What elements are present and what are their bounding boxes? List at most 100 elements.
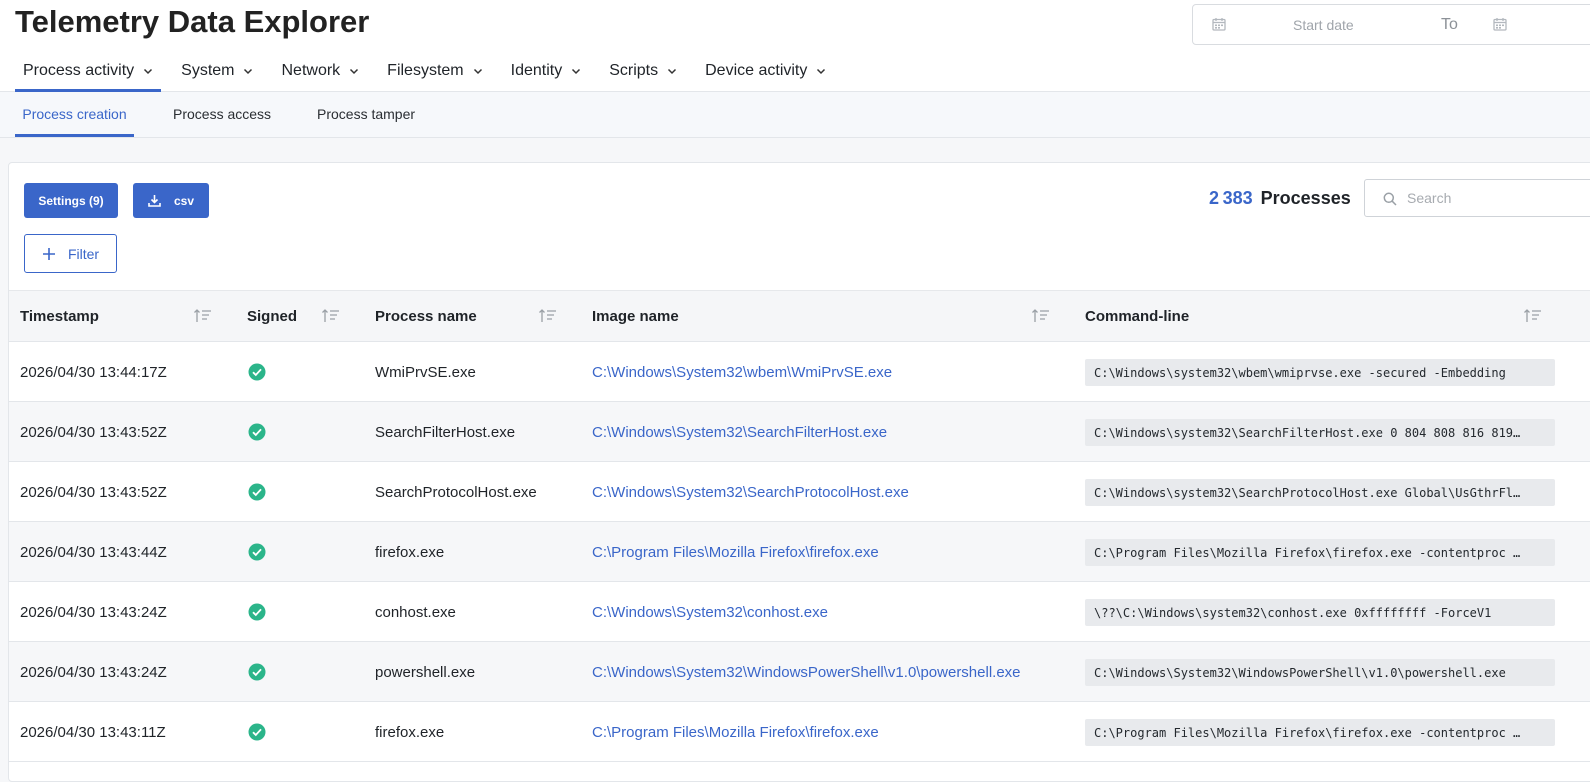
tab-device-activity[interactable]: Device activity xyxy=(697,52,834,90)
sub-tabs: Process creation Process access Process … xyxy=(0,92,1590,138)
calendar-icon[interactable] xyxy=(1212,17,1226,31)
command-line-text: C:\Windows\system32\SearchProtocolHost.e… xyxy=(1094,485,1521,500)
calendar-icon[interactable] xyxy=(1493,17,1507,31)
tab-scripts[interactable]: Scripts xyxy=(601,52,685,90)
column-timestamp[interactable]: Timestamp xyxy=(20,291,99,341)
tab-label: Device activity xyxy=(705,62,808,79)
signed-check-icon xyxy=(248,363,266,381)
image-path-link[interactable]: C:\Windows\System32\SearchFilterHost.exe xyxy=(592,402,887,462)
csv-label: csv xyxy=(173,193,195,208)
column-process-name[interactable]: Process name xyxy=(375,291,477,341)
start-date-field[interactable]: Start date xyxy=(1293,17,1354,33)
command-line-text: C:\Program Files\Mozilla Firefox\firefox… xyxy=(1094,725,1521,740)
tab-label: Network xyxy=(281,62,341,79)
cell-process-name: WmiPrvSE.exe xyxy=(375,363,476,381)
tab-label: Process activity xyxy=(23,62,135,79)
cell-timestamp: 2026/04/30 13:43:44Z xyxy=(20,543,167,561)
add-filter-button[interactable]: Filter xyxy=(24,234,117,273)
plus-icon xyxy=(42,247,55,260)
sort-icon[interactable] xyxy=(193,308,213,324)
image-path-link[interactable]: C:\Windows\System32\WindowsPowerShell\v1… xyxy=(592,642,1021,702)
command-line-code: C:\Program Files\Mozilla Firefox\firefox… xyxy=(1085,719,1555,746)
column-command-line[interactable]: Command-line xyxy=(1085,291,1189,341)
cell-signed xyxy=(248,642,266,702)
sort-icon[interactable] xyxy=(538,308,558,324)
app-title: Telemetry Data Explorer xyxy=(15,4,370,39)
command-line-code: C:\Windows\system32\SearchProtocolHost.e… xyxy=(1085,479,1555,506)
subtab-process-creation[interactable]: Process creation xyxy=(15,92,134,137)
process-table: Timestamp Signed Process name Image name… xyxy=(9,290,1590,762)
cell-timestamp: 2026/04/30 13:44:17Z xyxy=(20,363,167,381)
tab-filesystem[interactable]: Filesystem xyxy=(379,52,490,90)
command-line-text: C:\Windows\system32\wbem\wmiprvse.exe -s… xyxy=(1094,365,1506,380)
chevron-down-icon xyxy=(817,68,826,75)
command-line-code: C:\Program Files\Mozilla Firefox\firefox… xyxy=(1085,539,1555,566)
date-range-picker[interactable]: Start date To xyxy=(1192,4,1590,45)
column-image-name[interactable]: Image name xyxy=(592,291,679,341)
result-count-value: 2 383 xyxy=(1209,188,1253,208)
cell-process-name: conhost.exe xyxy=(375,603,456,621)
cell-signed xyxy=(248,522,266,582)
signed-check-icon xyxy=(248,663,266,681)
cell-process-name: firefox.exe xyxy=(375,543,445,561)
signed-check-icon xyxy=(248,483,266,501)
table-row[interactable]: 2026/04/30 13:43:24Z powershell.exe C:\W… xyxy=(9,642,1590,702)
cell-process-name: powershell.exe xyxy=(375,663,476,681)
result-count-label: Processes xyxy=(1260,188,1351,208)
image-path-link[interactable]: C:\Program Files\Mozilla Firefox\firefox… xyxy=(592,702,879,762)
cell-timestamp: 2026/04/30 13:43:24Z xyxy=(20,603,167,621)
table-row[interactable]: 2026/04/30 13:44:17Z WmiPrvSE.exe C:\Win… xyxy=(9,342,1590,402)
cell-process-name: firefox.exe xyxy=(375,723,445,741)
table-row[interactable]: 2026/04/30 13:43:44Z firefox.exe C:\Prog… xyxy=(9,522,1590,582)
csv-export-button[interactable]: csv xyxy=(133,183,209,218)
sort-icon[interactable] xyxy=(1523,308,1543,324)
signed-check-icon xyxy=(248,723,266,741)
download-icon xyxy=(148,195,161,207)
subtab-process-access[interactable]: Process access xyxy=(173,92,271,136)
table-row[interactable]: 2026/04/30 13:43:52Z SearchProtocolHost.… xyxy=(9,462,1590,522)
sort-icon[interactable] xyxy=(321,308,341,324)
command-line-text: \??\C:\Windows\system32\conhost.exe 0xff… xyxy=(1094,605,1492,620)
image-path-link[interactable]: C:\Program Files\Mozilla Firefox\firefox… xyxy=(592,522,879,582)
chevron-down-icon xyxy=(350,68,359,75)
command-line-code: C:\Windows\system32\wbem\wmiprvse.exe -s… xyxy=(1085,359,1555,386)
signed-check-icon xyxy=(248,543,266,561)
image-path-link[interactable]: C:\Windows\System32\conhost.exe xyxy=(592,582,828,642)
command-line-text: C:\Windows\System32\WindowsPowerShell\v1… xyxy=(1094,665,1506,680)
search-box[interactable] xyxy=(1364,179,1590,217)
settings-button[interactable]: Settings (9) xyxy=(24,183,118,218)
image-path-link[interactable]: C:\Windows\System32\wbem\WmiPrvSE.exe xyxy=(592,342,892,402)
cell-signed xyxy=(248,702,266,762)
cell-signed xyxy=(248,462,266,522)
tab-system[interactable]: System xyxy=(173,52,261,90)
results-card: Settings (9) csv Filter 2 383 Processes T… xyxy=(8,162,1590,782)
table-row[interactable]: 2026/04/30 13:43:52Z SearchFilterHost.ex… xyxy=(9,402,1590,462)
table-header: Timestamp Signed Process name Image name… xyxy=(9,290,1590,342)
tab-identity[interactable]: Identity xyxy=(503,52,590,90)
cell-signed xyxy=(248,582,266,642)
tab-network[interactable]: Network xyxy=(273,52,367,90)
image-path-link[interactable]: C:\Windows\System32\SearchProtocolHost.e… xyxy=(592,462,909,522)
table-row[interactable]: 2026/04/30 13:43:24Z conhost.exe C:\Wind… xyxy=(9,582,1590,642)
subtab-process-tamper[interactable]: Process tamper xyxy=(317,92,415,136)
chevron-down-icon xyxy=(244,68,253,75)
command-line-text: C:\Windows\system32\SearchFilterHost.exe… xyxy=(1094,425,1521,440)
table-row[interactable]: 2026/04/30 13:43:11Z firefox.exe C:\Prog… xyxy=(9,702,1590,762)
signed-check-icon xyxy=(248,423,266,441)
search-icon xyxy=(1383,192,1397,206)
chevron-down-icon xyxy=(668,68,677,75)
chevron-down-icon xyxy=(572,68,581,75)
cell-process-name: SearchFilterHost.exe xyxy=(375,423,516,441)
signed-check-icon xyxy=(248,603,266,621)
result-count: 2 383 Processes xyxy=(1209,188,1351,209)
sort-icon[interactable] xyxy=(1031,308,1051,324)
search-input[interactable] xyxy=(1407,188,1590,208)
tab-process-activity[interactable]: Process activity xyxy=(15,52,162,92)
column-signed[interactable]: Signed xyxy=(247,291,297,341)
cell-process-name: SearchProtocolHost.exe xyxy=(375,483,537,501)
cell-timestamp: 2026/04/30 13:43:52Z xyxy=(20,483,167,501)
filter-label: Filter xyxy=(67,245,100,262)
tab-label: Scripts xyxy=(609,62,659,79)
main-tabs: Process activity System Network Filesyst… xyxy=(15,52,846,92)
cell-timestamp: 2026/04/30 13:43:52Z xyxy=(20,423,167,441)
